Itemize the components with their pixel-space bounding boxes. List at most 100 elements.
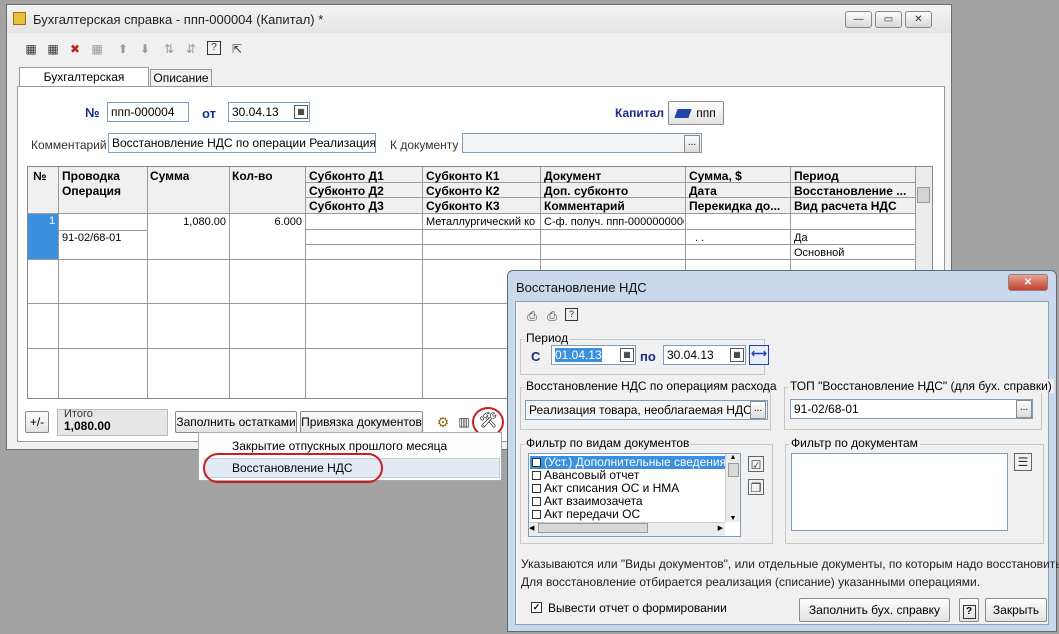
number-field[interactable]: ппп-000004 — [107, 102, 189, 122]
doc-filter-group-label: Фильтр по документам — [789, 436, 920, 450]
dialog-close-button[interactable]: ✕ — [1008, 274, 1048, 291]
row-entry[interactable]: 91-02/68-01 — [62, 232, 121, 244]
save-settings-icon[interactable]: ⎙ — [524, 308, 540, 324]
grid-header-period[interactable]: Период — [794, 169, 839, 183]
add-row-icon[interactable]: ▦ — [23, 41, 39, 57]
tab-description[interactable]: Описание — [150, 69, 212, 87]
list-item-label: Акт взаимозачета — [544, 494, 643, 508]
org-icon — [674, 109, 692, 118]
period-select-button[interactable]: ⟷ — [749, 345, 769, 365]
close-button[interactable]: ✕ — [905, 11, 932, 28]
deselect-all-icon[interactable]: ❐ — [748, 479, 764, 495]
dialog-help-icon[interactable]: ? — [565, 308, 578, 321]
grid-header-entry[interactable]: Проводка — [62, 169, 120, 183]
sort-asc-icon[interactable]: ⇅ — [161, 41, 177, 57]
org-label: Капитал — [615, 106, 664, 120]
grid-header-subk3[interactable]: Субконто К3 — [426, 199, 500, 213]
grid-header-subd2[interactable]: Субконто Д2 — [309, 184, 384, 198]
link-documents-button[interactable]: Привязка документов — [300, 411, 423, 433]
info-line-1: Указываются или "Виды документов", или о… — [521, 557, 1059, 571]
grid-header-extra-subk[interactable]: Доп. субконто — [544, 184, 628, 198]
row-sum[interactable]: 1,080.00 — [150, 216, 226, 228]
delete-row-icon[interactable]: ✖ — [67, 41, 83, 57]
doc-filter-select-icon[interactable]: ☰ — [1014, 453, 1032, 471]
plus-minus-button[interactable]: +/- — [25, 411, 49, 433]
select-all-icon[interactable]: ☑ — [748, 456, 764, 472]
row-number: 1 — [49, 215, 56, 227]
grid-header-vat-calc[interactable]: Вид расчета НДС — [794, 199, 897, 213]
grid-header-subk1[interactable]: Субконто К1 — [426, 169, 500, 183]
checkbox-icon[interactable] — [532, 458, 541, 467]
app-icon — [13, 12, 26, 25]
expense-ops-field[interactable]: Реализация товара, необлагаемая НДС — [525, 400, 768, 420]
checkbox-icon[interactable] — [532, 484, 541, 493]
row-qty[interactable]: 6.000 — [232, 216, 302, 228]
sort-desc-icon[interactable]: ⇵ — [183, 41, 199, 57]
period-from-label: С — [531, 349, 541, 364]
maximize-button[interactable]: ▭ — [875, 11, 902, 28]
grid-header-subk2[interactable]: Субконто К2 — [426, 184, 500, 198]
grid-header-subd3[interactable]: Субконто Д3 — [309, 199, 384, 213]
doc-type-list-hscroll[interactable]: ◀ ▶ — [529, 522, 725, 536]
grid-header-qty[interactable]: Кол-во — [232, 169, 273, 183]
fill-remains-button[interactable]: Заполнить остатками — [175, 411, 297, 433]
gear-icon[interactable]: ⚙ — [435, 414, 451, 430]
period-from-calendar-icon[interactable]: ▦ — [620, 348, 634, 362]
edit-row-icon[interactable]: ▦ — [89, 41, 105, 57]
report-checkbox[interactable]: ✓ — [531, 602, 542, 613]
grid-header-num[interactable]: № — [33, 169, 46, 183]
doc-type-list-vscroll[interactable]: ▲ ▼ — [725, 454, 740, 522]
doc-type-list[interactable]: (Уст.) Дополнительные сведения о Авансов… — [528, 453, 741, 537]
row-date[interactable]: . . — [695, 232, 704, 244]
dialog-help-button[interactable]: ? — [959, 598, 979, 622]
checkbox-icon[interactable] — [532, 510, 541, 519]
copy-row-icon[interactable]: ▦ — [45, 41, 61, 57]
fill-accounting-note-button[interactable]: Заполнить бух. справку — [799, 598, 950, 622]
load-settings-icon[interactable]: ⎙ — [544, 308, 560, 324]
tab-accounting-note[interactable]: Бухгалтерская справка — [19, 67, 149, 102]
move-up-icon[interactable]: ⬆ — [115, 41, 131, 57]
list-item-label: (Уст.) Дополнительные сведения о — [544, 455, 737, 469]
period-to-label: по — [640, 349, 656, 364]
org-button[interactable]: ппп — [668, 101, 724, 125]
comment-field[interactable]: Восстановление НДС по операции Реализаци… — [108, 133, 376, 153]
grid-header-sum-usd[interactable]: Сумма, $ — [689, 169, 742, 183]
tab-description-label: Описание — [153, 71, 209, 85]
to-document-field[interactable] — [462, 133, 702, 153]
report-checkbox-label: Вывести отчет о формировании — [548, 601, 727, 615]
grid-header-date[interactable]: Дата — [689, 184, 717, 198]
grid-header-document[interactable]: Документ — [544, 169, 601, 183]
row-restore[interactable]: Да — [794, 232, 808, 244]
grid-header-comment[interactable]: Комментарий — [544, 199, 625, 213]
context-help-icon[interactable]: ⇱ — [229, 41, 245, 57]
row-document[interactable]: С-ф. получ. ппп-0000000000 — [544, 216, 684, 228]
expense-ops-group-label: Восстановление НДС по операциям расхода — [524, 379, 779, 393]
grid-header-sum[interactable]: Сумма — [150, 169, 189, 183]
top-field[interactable]: 91-02/68-01 — [790, 399, 1033, 419]
calendar-icon[interactable]: ▦ — [294, 105, 308, 119]
checkbox-icon[interactable] — [532, 497, 541, 506]
period-to-calendar-icon[interactable]: ▦ — [730, 348, 744, 362]
grid-scrollbar-thumb[interactable] — [917, 187, 930, 203]
help-icon[interactable]: ? — [207, 41, 221, 55]
dialog-close-action-button[interactable]: Закрыть — [985, 598, 1047, 622]
list-item-label: Авансовый отчет — [544, 468, 640, 482]
expense-ops-select-button[interactable]: ... — [750, 401, 766, 419]
doc-filter-list[interactable] — [791, 453, 1008, 531]
org-button-label: ппп — [696, 106, 716, 120]
grid-header-operation[interactable]: Операция — [62, 184, 121, 198]
move-down-icon[interactable]: ⬇ — [137, 41, 153, 57]
menu-item-close-vacation[interactable]: Закрытие отпускных прошлого месяца — [232, 439, 447, 453]
row-vat-calc[interactable]: Основной — [794, 247, 844, 259]
grid-header-subd1[interactable]: Субконто Д1 — [309, 169, 384, 183]
report-icon[interactable]: ▥ — [456, 414, 472, 430]
main-window-title: Бухгалтерская справка - ппп-000004 (Капи… — [33, 12, 324, 27]
grid-header-transfer[interactable]: Перекидка до... — [689, 199, 787, 213]
checkbox-icon[interactable] — [532, 471, 541, 480]
to-document-select-button[interactable]: ... — [684, 135, 700, 153]
minimize-button[interactable]: — — [845, 11, 872, 28]
list-item[interactable]: Акт передачи ОС — [532, 508, 640, 521]
top-select-button[interactable]: ... — [1016, 400, 1032, 418]
grid-header-restore[interactable]: Восстановление ... — [794, 184, 912, 198]
row-subk1[interactable]: Металлургический ко — [426, 216, 538, 228]
